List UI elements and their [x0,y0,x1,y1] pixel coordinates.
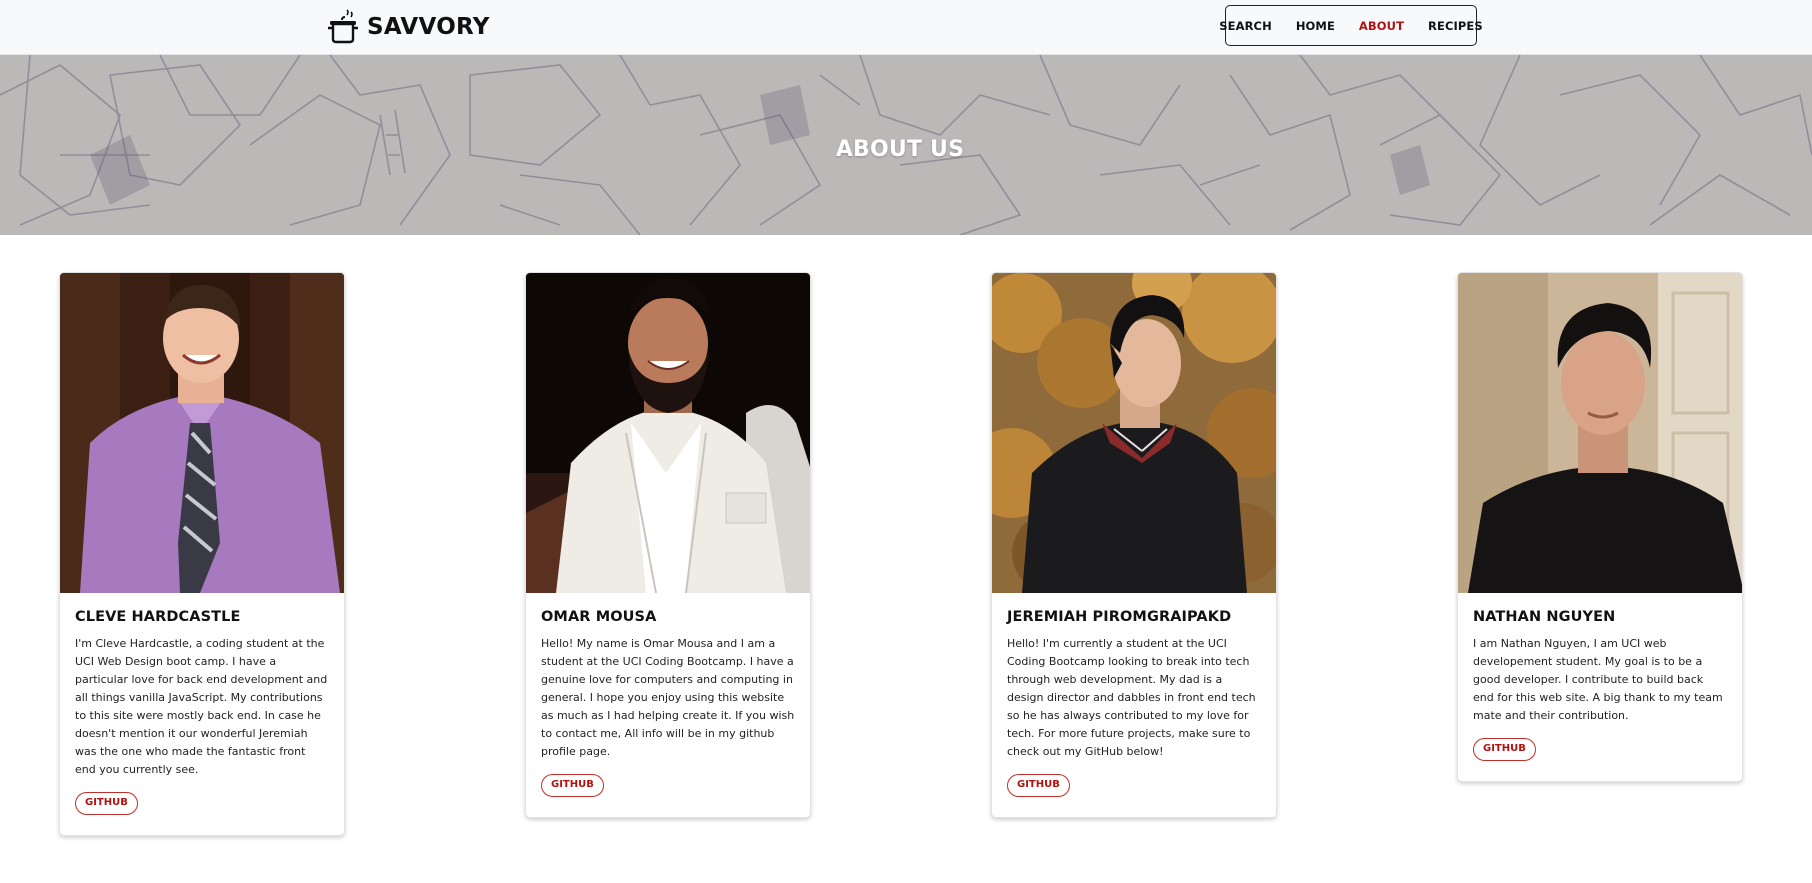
brand-name: SAVVORY [367,14,490,40]
team-member-name: CLEVE HARDCASTLE [75,609,241,625]
team-photo-omar [526,273,810,593]
team-card: JEREMIAH PIROMGRAIPAKD Hello! I'm curren… [991,272,1277,818]
team-photo-nathan [1458,273,1742,593]
team-member-name: NATHAN NGUYEN [1473,609,1616,625]
team-member-bio: I am Nathan Nguyen, I am UCI web develop… [1473,637,1723,722]
navbar: SAVVORY SEARCH HOME ABOUT RECIPES [0,0,1812,55]
cooking-pot-icon [328,9,358,44]
page-title: ABOUT US [835,137,965,162]
team-photo-cleve [60,273,344,593]
team-member-name: OMAR MOUSA [541,609,657,625]
team-member-bio: I'm Cleve Hardcastle, a coding student a… [75,637,328,776]
team-member-bio: Hello! My name is Omar Mousa and I am a … [541,637,795,758]
team-card: CLEVE HARDCASTLE I'm Cleve Hardcastle, a… [59,272,345,836]
nav-recipes[interactable]: RECIPES [1416,19,1495,33]
main-nav: SEARCH HOME ABOUT RECIPES [1219,5,1483,46]
team-card: NATHAN NGUYEN I am Nathan Nguyen, I am U… [1457,272,1743,782]
nav-home[interactable]: HOME [1284,19,1347,33]
nav-about[interactable]: ABOUT [1347,19,1416,33]
team-member-name: JEREMIAH PIROMGRAIPAKD [1007,609,1232,625]
team-photo-jeremiah [992,273,1276,593]
github-button[interactable]: GITHUB [75,792,138,815]
team-card: OMAR MOUSA Hello! My name is Omar Mousa … [525,272,811,818]
team-member-bio: Hello! I'm currently a student at the UC… [1007,637,1256,758]
github-button[interactable]: GITHUB [1007,774,1070,797]
github-button[interactable]: GITHUB [1473,738,1536,761]
brand-link[interactable]: SAVVORY [325,8,490,46]
github-button[interactable]: GITHUB [541,774,604,797]
nav-search[interactable]: SEARCH [1207,19,1284,33]
hero-banner: ABOUT US [0,55,1812,235]
